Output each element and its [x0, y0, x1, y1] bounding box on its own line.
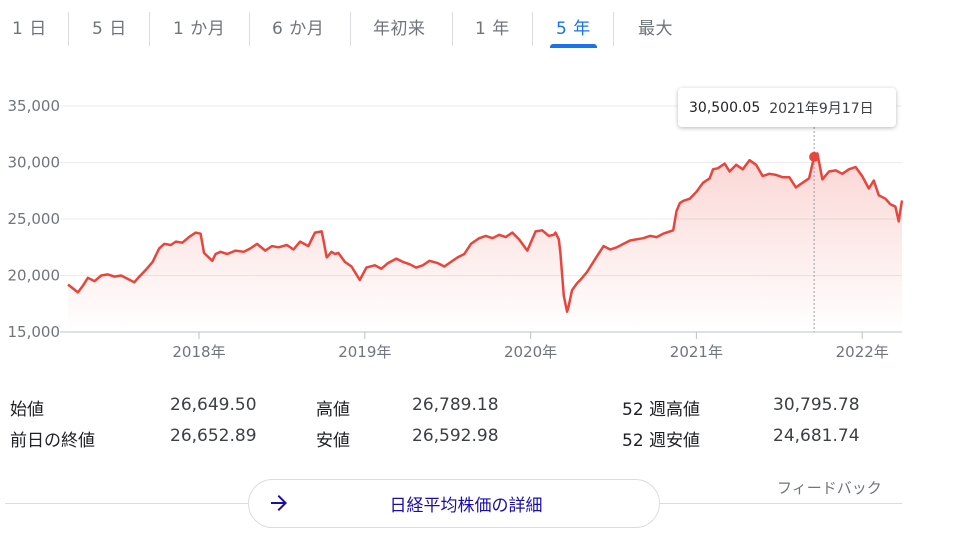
low-value: 26,592.98 [412, 426, 499, 446]
y-tick-label: 35,000 [8, 97, 61, 115]
hover-point [809, 151, 820, 162]
open-value: 26,649.50 [170, 395, 257, 415]
tab-divider [149, 12, 150, 46]
tab-max[interactable]: 最大 [638, 14, 673, 46]
tab-1-year[interactable]: 1 年 [475, 14, 510, 46]
x-tick-label: 2019年 [338, 343, 391, 361]
y-axis-ticks: 35,000 30,000 25,000 20,000 15,000 [8, 97, 61, 341]
tab-1-month[interactable]: 1 か月 [173, 14, 225, 46]
52-week-low-value: 24,681.74 [773, 426, 860, 446]
tooltip-value: 30,500.05 [689, 99, 761, 116]
x-tick-label: 2022年 [836, 343, 889, 361]
y-tick-label: 30,000 [8, 154, 61, 172]
tab-divider [452, 12, 453, 46]
x-axis-ticks: 2018年 2019年 2020年 2021年 2022年 [172, 332, 889, 361]
y-tick-label: 15,000 [8, 323, 61, 341]
tab-divider [68, 12, 69, 46]
high-value: 26,789.18 [412, 395, 499, 415]
previous-close-label: 前日の終値 [10, 431, 95, 451]
high-label: 高値 [316, 400, 350, 420]
tooltip-date: 2021年9月17日 [769, 100, 874, 117]
range-tabs: 1 日 5 日 1 か月 6 か月 年初来 1 年 5 年 最大 [0, 0, 954, 50]
tab-divider [350, 12, 351, 46]
52-week-low-label: 52 週安値 [622, 431, 701, 451]
quote-stats: 始値 26,649.50 高値 26,789.18 52 週高値 30,795.… [0, 392, 954, 462]
tab-divider [249, 12, 250, 46]
tab-5-years[interactable]: 5 年 [556, 14, 591, 46]
tab-divider [613, 12, 614, 46]
52-week-high-value: 30,795.78 [773, 395, 860, 415]
tab-5-days[interactable]: 5 日 [92, 14, 127, 46]
open-label: 始値 [10, 400, 44, 420]
y-tick-label: 25,000 [8, 210, 61, 228]
details-button-label: 日経平均株価の詳細 [389, 496, 543, 516]
52-week-high-label: 52 週高値 [622, 400, 701, 420]
feedback-link[interactable]: フィードバック [777, 477, 882, 498]
x-tick-label: 2018年 [172, 343, 225, 361]
active-tab-indicator [550, 44, 597, 48]
tab-divider [532, 12, 533, 46]
tab-6-months[interactable]: 6 か月 [272, 14, 324, 46]
previous-close-value: 26,652.89 [170, 426, 257, 446]
details-button[interactable]: 日経平均株価の詳細 [248, 479, 660, 528]
low-label: 安値 [316, 431, 350, 451]
chart-tooltip: 30,500.05 2021年9月17日 [678, 88, 896, 127]
price-area-fill [68, 153, 902, 332]
x-tick-label: 2020年 [504, 343, 557, 361]
tab-ytd[interactable]: 年初来 [373, 14, 426, 46]
x-tick-label: 2021年 [670, 343, 723, 361]
y-tick-label: 20,000 [8, 267, 61, 285]
tab-1-day[interactable]: 1 日 [12, 14, 47, 46]
